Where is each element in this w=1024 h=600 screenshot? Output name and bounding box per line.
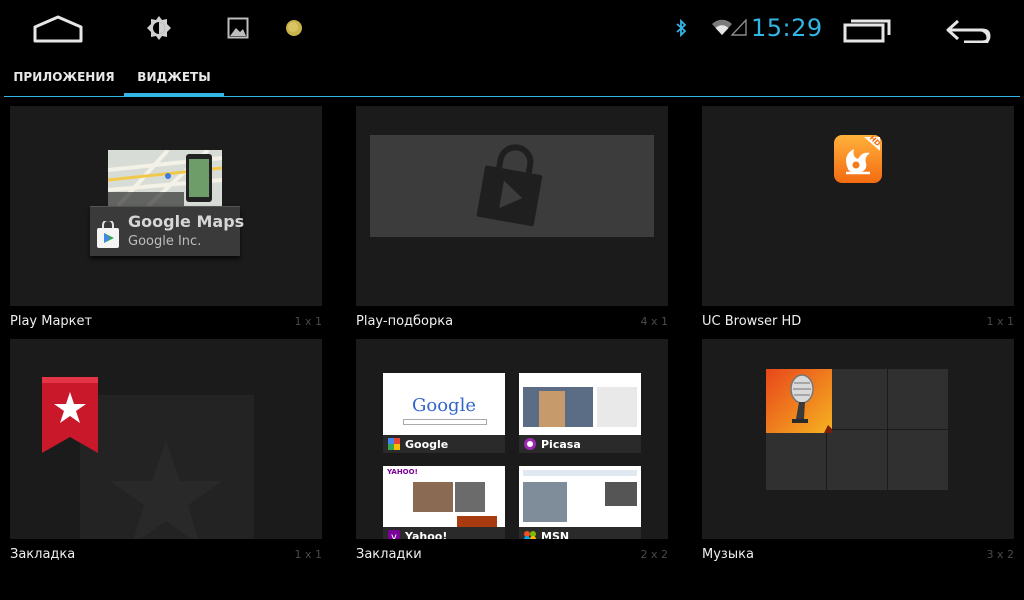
widget-preview: Google Google Picasa YAHOO! y Yahoo! MSN <box>356 339 668 539</box>
tab-apps[interactable]: ПРИЛОЖЕНИЯ <box>12 58 116 96</box>
play-store-icon <box>97 221 119 248</box>
widget-bookmark[interactable]: Закладка 1 x 1 <box>10 339 322 567</box>
microphone-icon <box>766 369 832 433</box>
grid-tile <box>766 430 826 490</box>
widget-name: Музыка <box>702 547 754 562</box>
thumb-label: MSN <box>541 530 570 539</box>
google-logo: Google <box>412 395 476 416</box>
widget-uc-browser[interactable]: HD UC Browser HD 1 x 1 <box>702 106 1014 334</box>
grid-tile <box>888 369 948 429</box>
thumb-picasa: Picasa <box>519 373 641 453</box>
wifi-icon <box>712 19 732 35</box>
clock: 15:29 <box>751 14 823 42</box>
thumb-google: Google Google <box>383 373 505 453</box>
system-bar: 15:29 <box>0 0 1024 58</box>
play-bag-icon <box>476 144 543 227</box>
grid-tile <box>888 430 948 490</box>
msn-favicon-icon <box>524 531 536 539</box>
widget-size: 1 x 1 <box>986 315 1015 328</box>
tab-divider <box>4 96 1020 97</box>
widget-name: UC Browser HD <box>702 314 802 329</box>
photo <box>539 391 565 427</box>
tab-bar: ПРИЛОЖЕНИЯ ВИДЖЕТЫ <box>0 58 1024 100</box>
widget-size: 2 x 2 <box>640 548 669 561</box>
music-grid <box>766 369 948 491</box>
widget-name: Play Маркет <box>10 314 93 329</box>
widget-name: Закладка <box>10 547 76 562</box>
widget-size: 3 x 2 <box>986 548 1015 561</box>
app-publisher: Google Inc. <box>128 234 202 249</box>
yahoo-logo: YAHOO! <box>387 468 418 476</box>
widget-bookmarks[interactable]: Google Google Picasa YAHOO! y Yahoo! MSN… <box>356 339 668 567</box>
widget-size: 1 x 1 <box>294 548 323 561</box>
tab-widgets[interactable]: ВИДЖЕТЫ <box>124 58 224 97</box>
brightness-icon[interactable] <box>146 15 172 41</box>
thumb-label: Google <box>405 438 449 451</box>
picasa-favicon-icon <box>524 438 536 450</box>
ad-block <box>605 482 637 506</box>
grid-tile <box>827 430 887 490</box>
news-photo <box>413 482 453 512</box>
widget-name: Play-подборка <box>356 314 454 329</box>
back-icon[interactable] <box>944 17 992 43</box>
gallery-icon[interactable] <box>227 17 249 39</box>
widget-play-picks[interactable]: Play-подборка 4 x 1 <box>356 106 668 334</box>
star-watermark-icon <box>110 441 222 539</box>
weather-icon[interactable] <box>285 19 303 37</box>
yahoo-favicon-icon: y <box>388 530 400 539</box>
widget-preview <box>356 106 668 306</box>
app-title: Google Maps <box>128 212 245 231</box>
news-photo <box>523 482 567 522</box>
widget-preview <box>10 339 322 539</box>
recent-apps-icon[interactable] <box>843 17 891 43</box>
thumb-label: Picasa <box>541 438 581 451</box>
thumb-yahoo: YAHOO! y Yahoo! <box>383 466 505 539</box>
news-photo <box>455 482 485 512</box>
search-box <box>403 419 487 425</box>
widget-preview: Google Maps Google Inc. <box>10 106 322 306</box>
maps-screenshot <box>108 150 222 206</box>
sidebar-panel <box>597 387 637 427</box>
signal-icon <box>731 19 747 36</box>
thumb-caption-bar <box>519 527 641 539</box>
svg-text:y: y <box>391 532 397 539</box>
bookmark-ribbon-icon <box>42 377 98 453</box>
msn-header <box>523 470 637 476</box>
widget-name: Закладки <box>356 547 422 562</box>
thumb-label: Yahoo! <box>405 530 448 539</box>
widget-size: 4 x 1 <box>640 315 669 328</box>
thumb-msn: MSN <box>519 466 641 539</box>
widget-music[interactable]: Музыка 3 x 2 <box>702 339 1014 567</box>
widget-preview <box>702 339 1014 539</box>
home-icon[interactable] <box>32 14 84 44</box>
widget-preview: HD <box>702 106 1014 306</box>
app-card: Google Maps Google Inc. <box>90 206 244 256</box>
google-favicon-icon <box>388 438 400 450</box>
widget-size: 1 x 1 <box>294 315 323 328</box>
grid-tile <box>827 369 887 429</box>
widget-play-market[interactable]: Google Maps Google Inc. Play Маркет 1 x … <box>10 106 322 334</box>
bluetooth-icon <box>676 19 687 37</box>
